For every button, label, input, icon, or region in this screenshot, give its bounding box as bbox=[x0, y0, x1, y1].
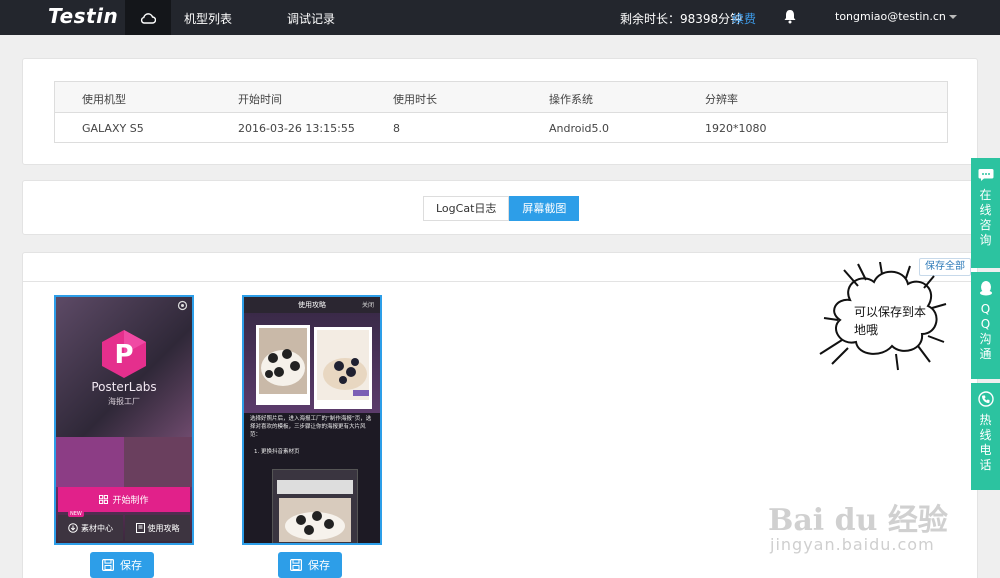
user-email: tongmiao@testin.cn bbox=[835, 10, 946, 23]
cake-poster-icon bbox=[317, 330, 369, 400]
download-icon bbox=[68, 523, 78, 533]
start-create-button[interactable]: 开始制作 bbox=[58, 487, 190, 512]
floppy-icon bbox=[290, 559, 302, 571]
gear-icon[interactable] bbox=[177, 300, 188, 311]
baidu-watermark: Bai du 经验 bbox=[768, 503, 948, 538]
view-tabs-panel: LogCat日志 屏幕截图 bbox=[22, 180, 978, 235]
tile bbox=[56, 437, 124, 487]
qq-icon bbox=[979, 281, 992, 296]
testin-logo[interactable]: Testin bbox=[48, 4, 118, 28]
app-subtitle: 海报工厂 bbox=[108, 397, 140, 406]
phone-icon bbox=[977, 391, 994, 407]
tab-logcat[interactable]: LogCat日志 bbox=[423, 196, 510, 221]
guide-button[interactable]: 使用攻略 bbox=[125, 515, 190, 541]
header-start-time: 开始时间 bbox=[238, 93, 282, 106]
app-name: PosterLabs bbox=[91, 380, 157, 394]
materials-center-button[interactable]: 素材中心 bbox=[58, 515, 123, 541]
baidu-watermark-url: jingyan.baidu.com bbox=[770, 535, 935, 554]
cloud-icon bbox=[140, 12, 156, 24]
book-icon bbox=[135, 523, 145, 533]
view-tabs: LogCat日志 屏幕截图 bbox=[423, 196, 580, 221]
guide-step: 1. 更换抖音素材页 bbox=[254, 449, 300, 455]
tile bbox=[124, 437, 192, 487]
header-os: 操作系统 bbox=[549, 93, 593, 106]
cell-os: Android5.0 bbox=[549, 122, 610, 135]
online-consult-button[interactable]: 在线咨询 bbox=[971, 158, 1000, 268]
chevron-down-icon bbox=[948, 15, 957, 19]
save-label: 保存 bbox=[120, 559, 142, 572]
session-info-table: 使用机型 开始时间 使用时长 操作系统 分辨率 GALAXY S5 2016-0… bbox=[54, 81, 948, 143]
top-nav-bar: Testin 机型列表 调试记录 剩余时长：98398分钟 续费 tongmia… bbox=[0, 0, 1000, 35]
screenshot-thumbnail-2[interactable]: 使用攻略 关闭 选择好照片后，进入海报工厂的“制作海报”页，选择对喜欢的模板，三… bbox=[242, 295, 382, 545]
user-menu[interactable]: tongmiao@testin.cn bbox=[835, 10, 957, 23]
save-button[interactable]: 保存 bbox=[90, 552, 154, 578]
cell-duration: 8 bbox=[393, 122, 400, 135]
guide-close[interactable]: 关闭 bbox=[362, 300, 374, 309]
sample-photo-2 bbox=[314, 327, 372, 409]
guide-preview bbox=[272, 469, 358, 543]
renew-link[interactable]: 续费 bbox=[732, 10, 756, 27]
preview-cake-icon bbox=[279, 498, 351, 542]
chat-bubble-icon bbox=[978, 169, 993, 181]
save-button[interactable]: 保存 bbox=[278, 552, 342, 578]
table-row: GALAXY S5 2016-03-26 13:15:55 8 Android5… bbox=[55, 113, 947, 144]
cake-photo-icon bbox=[259, 328, 307, 394]
tab-screenshots[interactable]: 屏幕截图 bbox=[509, 196, 580, 221]
home-tab[interactable] bbox=[125, 0, 171, 35]
cell-resolution: 1920*1080 bbox=[705, 122, 767, 135]
start-create-label: 开始制作 bbox=[112, 496, 149, 506]
hotline-label: 热线电话 bbox=[979, 413, 992, 472]
guide-description: 选择好照片后，进入海报工厂的“制作海报”页，选择对喜欢的模板，三步骤让你的海报更… bbox=[250, 416, 372, 438]
cell-device: GALAXY S5 bbox=[82, 122, 144, 135]
nav-debug-records[interactable]: 调试记录 bbox=[287, 10, 335, 27]
remaining-time: 剩余时长：98398分钟 bbox=[620, 12, 743, 26]
header-resolution: 分辨率 bbox=[705, 93, 738, 106]
bell-icon[interactable] bbox=[783, 9, 797, 24]
qq-contact-label: QQ沟通 bbox=[979, 302, 992, 361]
guide-label: 使用攻略 bbox=[147, 523, 180, 533]
svg-text:P: P bbox=[114, 340, 133, 370]
callout-text: 可以保存到本地哦 bbox=[854, 305, 927, 337]
header-device: 使用机型 bbox=[82, 93, 126, 106]
materials-center-label: 素材中心 bbox=[81, 523, 113, 533]
nav-device-list[interactable]: 机型列表 bbox=[184, 10, 232, 27]
cell-start-time: 2016-03-26 13:15:55 bbox=[238, 122, 355, 135]
guide-title: 使用攻略 bbox=[298, 301, 326, 309]
table-header-row: 使用机型 开始时间 使用时长 操作系统 分辨率 bbox=[55, 82, 947, 113]
session-info-panel: 使用机型 开始时间 使用时长 操作系统 分辨率 GALAXY S5 2016-0… bbox=[22, 58, 978, 165]
grid-icon bbox=[99, 495, 109, 504]
hotline-button[interactable]: 热线电话 bbox=[971, 383, 1000, 490]
new-badge: NEW bbox=[68, 511, 84, 517]
header-duration: 使用时长 bbox=[393, 93, 437, 106]
preview-strip bbox=[277, 480, 353, 494]
screenshot-thumbnail-1[interactable]: P PosterLabs 海报工厂 开始制作 素材中心 NEW 使用攻略 bbox=[54, 295, 194, 545]
online-consult-label: 在线咨询 bbox=[979, 188, 992, 247]
qq-contact-button[interactable]: QQ沟通 bbox=[971, 272, 1000, 379]
posterlabs-logo-icon: P bbox=[102, 330, 146, 378]
save-label: 保存 bbox=[308, 559, 330, 572]
sample-photo-1 bbox=[256, 325, 310, 405]
floppy-icon bbox=[102, 559, 114, 571]
